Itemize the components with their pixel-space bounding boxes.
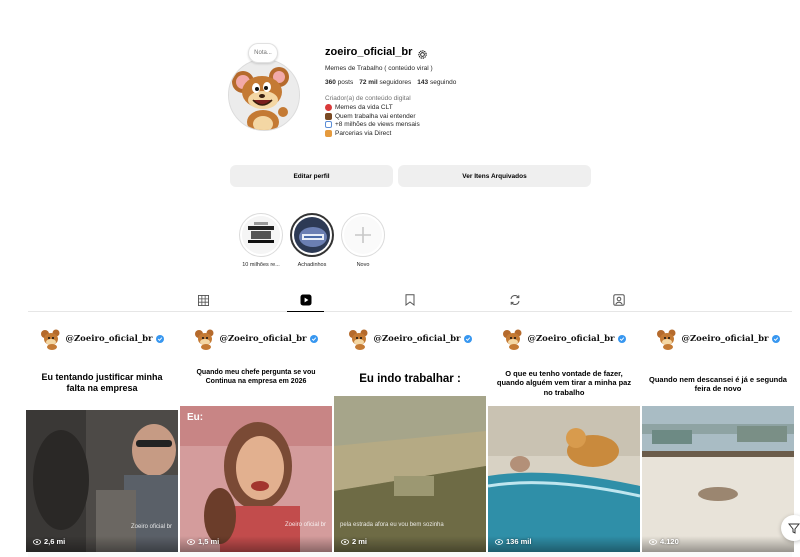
profile-info: zoeiro_oficial_br Memes de Trabalho ( co… [325,44,625,137]
reel-handle: @Zoeiro_oficial_br [65,334,153,344]
note-bubble[interactable]: Nota... [248,43,278,63]
reel-watermark: Zoeiro oficial br [130,524,172,530]
repost-icon[interactable] [508,293,522,307]
profile-full-name: Memes de Trabalho ( conteúdo viral ) [325,65,433,72]
reel-thumbnail: Eu: Zoeiro oficial br 1,5 mi [180,406,332,552]
bio-line: Quem trabalha vai entender [325,113,625,121]
highlight-item[interactable]: 10 milhões re... [236,213,286,268]
highlight-label: Novo [356,262,370,268]
profile-username: zoeiro_oficial_br [325,46,413,58]
highlight-item[interactable]: Achadinhos [287,213,337,268]
reel-caption: Eu tentando justificar minha falta na em… [41,372,163,394]
reel-watermark: Zoeiro oficial br [284,522,326,528]
highlight-cover [294,217,330,253]
eye-icon [187,538,195,545]
followers-count[interactable]: 72 mil seguidores [359,79,411,86]
jerry-mini-icon [503,329,522,350]
bio-line: +8 milhões de views mensais [325,121,625,129]
reel-handle: @Zoeiro_oficial_br [373,334,461,344]
bio-line: Parcerias via Direct [325,130,625,138]
reel-overlay-text: Eu: [187,412,204,423]
reel-views: 1,5 mi [187,537,219,546]
tagged-icon[interactable] [612,293,626,307]
eye-icon [495,538,503,545]
highlight-label: Achadinhos [297,262,327,268]
reel-handle: @Zoeiro_oficial_br [527,334,615,344]
reel-caption: Eu indo trabalhar : [359,373,461,385]
reel-handle: @Zoeiro_oficial_br [681,334,769,344]
posts-count: 360 posts [325,79,354,86]
verified-badge-icon [309,335,318,343]
reel-handle: @Zoeiro_oficial_br [219,334,307,344]
verified-badge-icon [155,335,164,343]
reel-thumbnail: 4.120 [642,406,794,552]
profile-tabs [130,290,690,312]
reel-card[interactable]: @Zoeiro_oficial_br Eu indo trabalhar : p… [334,314,486,552]
bio-line: Memes da vida CLT [325,104,625,112]
verified-badge-icon [617,335,626,343]
reel-thumbnail: pela estrada afora eu vou bem sozinha 2 … [334,396,486,552]
profile-stats: 360 posts 72 mil seguidores 143 seguindo [325,79,625,86]
verified-badge-icon [771,335,780,343]
reel-views: 136 mil [495,537,531,546]
reel-views: 2,6 mi [33,537,65,546]
highlight-label: 10 milhões re... [242,262,280,268]
bottom-strip [28,552,792,557]
jerry-avatar-image [229,60,299,130]
eye-icon [33,538,41,545]
profile-category: Criador(a) de conteúdo digital [325,95,411,102]
reel-card[interactable]: @Zoeiro_oficial_br Quando nem descansei … [642,314,794,552]
settings-gear-icon[interactable] [417,47,428,59]
following-count[interactable]: 143 seguindo [417,79,456,86]
bookmark-icon[interactable] [403,293,417,307]
reel-thumbnail: Zoeiro oficial br 2,6 mi [26,410,178,552]
active-tab-indicator [287,311,324,312]
plus-icon [344,216,382,254]
briefcase-emoji-icon [325,112,332,120]
view-archive-button[interactable]: Ver Itens Arquivados [398,165,591,187]
jerry-mini-icon [657,329,676,350]
reel-caption: Quando nem descansei é já e segunda feir… [649,375,787,394]
reel-views: 4.120 [649,537,679,546]
reel-card[interactable]: @Zoeiro_oficial_br Eu tentando justifica… [26,314,178,552]
reel-views: 2 mi [341,537,367,546]
reel-caption: O que eu tenho vontade de fazer, quando … [496,369,632,397]
jerry-mini-icon [349,329,368,350]
chart-emoji-icon [325,121,332,129]
reel-card[interactable]: @Zoeiro_oficial_br Quando meu chefe perg… [180,314,332,552]
profile-avatar[interactable] [228,59,300,131]
reel-caption: Quando meu chefe pergunta se vou Continu… [196,369,316,385]
new-highlight-button[interactable]: Novo [338,213,388,268]
raised-hand-emoji-icon [325,129,332,137]
filter-icon[interactable] [781,515,800,541]
reel-watermark: pela estrada afora eu vou bem sozinha [340,522,444,528]
verified-badge-icon [463,335,472,343]
edit-profile-button[interactable]: Editar perfil [230,165,393,187]
jerry-mini-icon [41,329,60,350]
reels-icon[interactable] [299,293,313,307]
eye-icon [341,538,349,545]
grid-icon[interactable] [196,293,210,307]
profile-bio: Memes da vida CLT Quem trabalha vai ente… [325,104,625,137]
reel-card[interactable]: @Zoeiro_oficial_br O que eu tenho vontad… [488,314,640,552]
eye-icon [649,538,657,545]
lips-emoji-icon [325,104,332,112]
reel-thumbnail: 136 mil [488,406,640,552]
jerry-mini-icon [195,329,214,350]
highlight-cover [242,216,280,254]
